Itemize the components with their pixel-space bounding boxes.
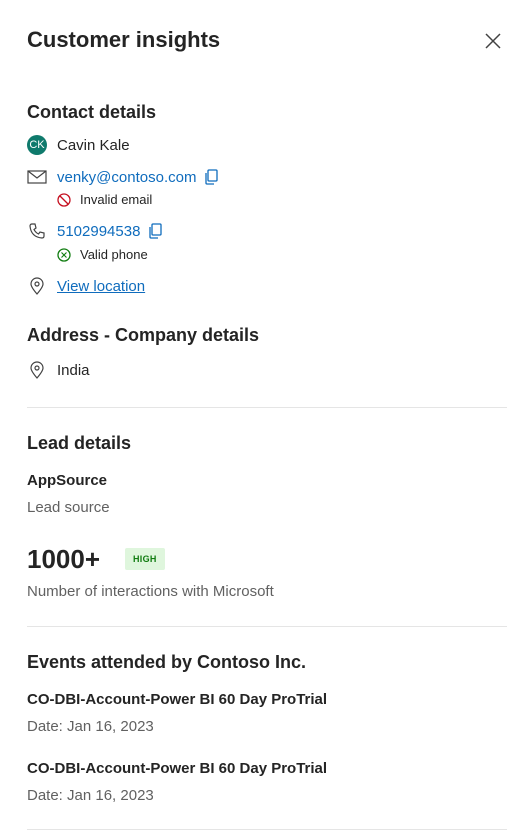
location-row: View location (27, 276, 145, 296)
mail-icon (27, 167, 47, 187)
interactions-label: Number of interactions with Microsoft (27, 583, 274, 600)
panel-title: Customer insights (27, 27, 221, 52)
phone-status: Valid phone (57, 247, 148, 262)
divider (27, 626, 507, 627)
contact-name-row: CK Cavin Kale (27, 135, 130, 155)
address-heading: Address - Company details (27, 325, 260, 345)
lead-source-label: Lead source (27, 499, 110, 516)
event-name: CO-DBI-Account-Power BI 60 Day ProTrial (27, 760, 328, 777)
phone-row: 5102994538 (27, 221, 163, 241)
divider (27, 407, 507, 408)
customer-insights-panel: Customer insights Contact details CK Cav… (0, 0, 526, 832)
check-circle-icon (57, 247, 71, 262)
event-date: Date: Jan 16, 2023 (27, 787, 154, 804)
lead-details-heading: Lead details (27, 433, 132, 453)
phone-link[interactable]: 5102994538 (57, 223, 140, 240)
location-pin-icon (27, 276, 47, 296)
contact-details-heading: Contact details (27, 102, 157, 122)
phone-icon (27, 221, 47, 241)
email-status-label: Invalid email (80, 192, 153, 207)
interactions-count: 1000+ (27, 544, 101, 574)
email-link[interactable]: venky@contoso.com (57, 169, 196, 186)
event-date: Date: Jan 16, 2023 (27, 718, 154, 735)
contact-name: Cavin Kale (57, 136, 130, 154)
close-icon (485, 33, 501, 49)
blocked-icon (57, 192, 71, 207)
address-country: India (57, 361, 90, 379)
copy-icon[interactable] (148, 223, 163, 239)
avatar: CK (27, 135, 47, 155)
close-button[interactable] (484, 32, 502, 50)
email-row: venky@contoso.com (27, 167, 219, 187)
view-location-link[interactable]: View location (57, 278, 145, 295)
lead-source-value: AppSource (27, 472, 108, 489)
copy-icon[interactable] (204, 169, 219, 185)
email-status: Invalid email (57, 192, 152, 207)
address-row: India (27, 360, 90, 380)
location-pin-icon (27, 360, 47, 380)
events-heading: Events attended by Contoso Inc. (27, 652, 307, 672)
phone-status-label: Valid phone (80, 247, 148, 262)
status-badge: HIGH (125, 548, 165, 570)
divider (27, 829, 507, 830)
event-name: CO-DBI-Account-Power BI 60 Day ProTrial (27, 691, 328, 708)
